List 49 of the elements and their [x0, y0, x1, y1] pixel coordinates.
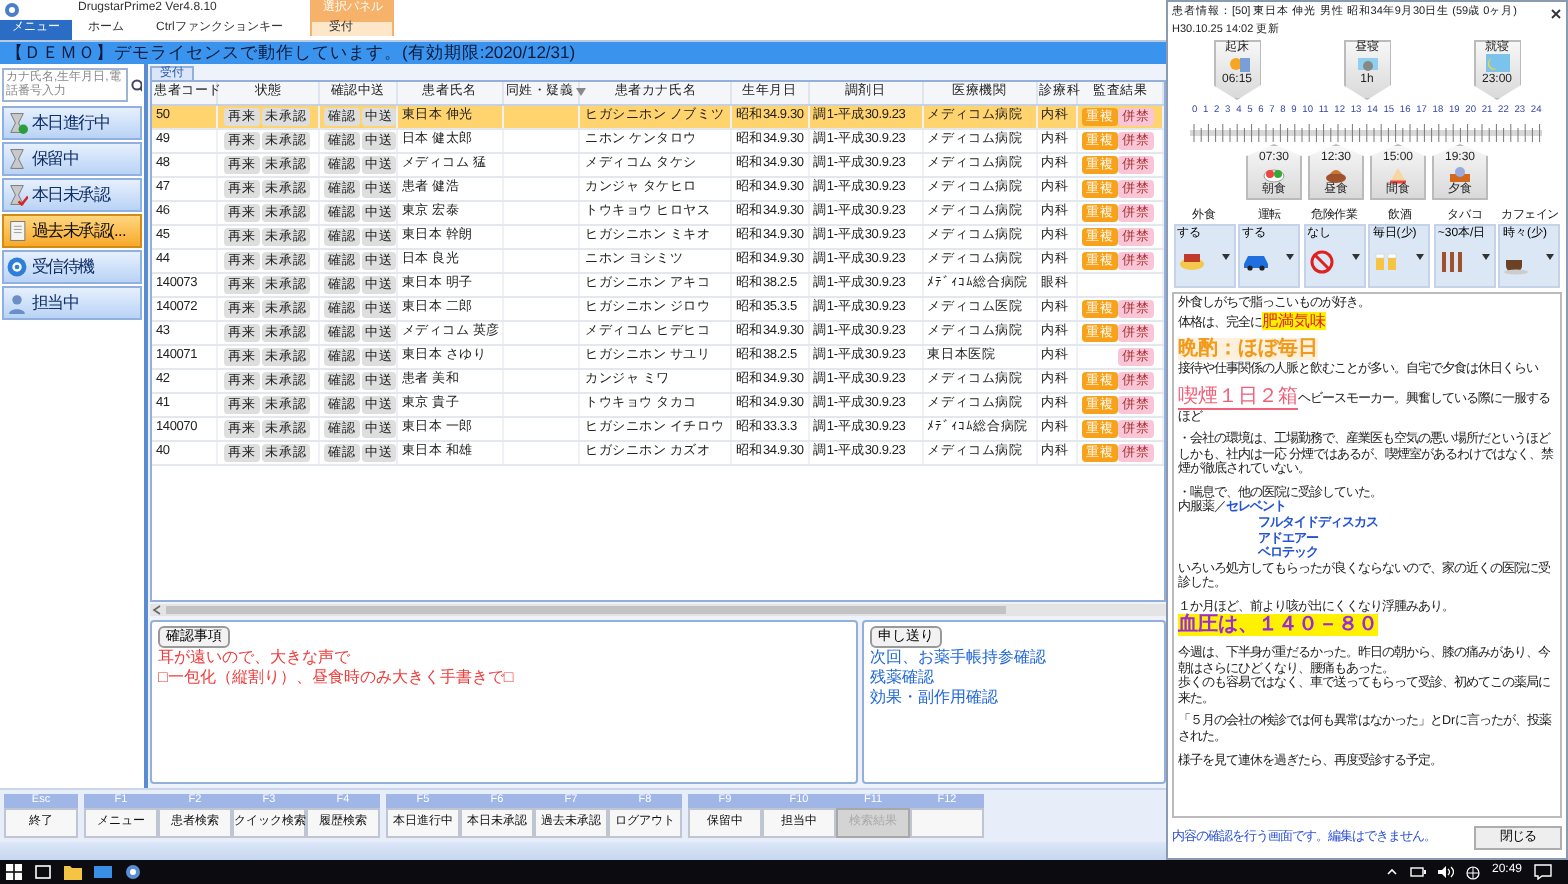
caret-icon: [1286, 254, 1295, 260]
app-icon[interactable]: [124, 864, 142, 880]
note-line: 耳が遠いので、大きな声で: [158, 648, 350, 668]
meal-icon: [1448, 164, 1472, 184]
license-banner: 【ＤＥＭＯ】デモライセンスで動作しています。(有効期限:2020/12/31): [0, 42, 1166, 64]
hourglass-icon: [6, 112, 28, 134]
chevron-up-icon[interactable]: [1385, 866, 1398, 878]
sidebar-item[interactable]: 本日未承認: [2, 178, 142, 212]
caret-icon: [575, 87, 586, 96]
battery-icon[interactable]: [1409, 866, 1426, 878]
meal-icon: [1262, 164, 1286, 184]
globe-icon[interactable]: [1465, 865, 1480, 879]
prohibited-icon: [1307, 248, 1336, 277]
notification-icon[interactable]: [1534, 864, 1552, 880]
speaker-icon[interactable]: [1437, 866, 1454, 878]
window-icon[interactable]: [94, 864, 112, 880]
search-icon: [130, 77, 142, 93]
note-line: 効果・副作用確認: [870, 688, 998, 708]
note-line: 残薬確認: [870, 668, 934, 688]
note-line: 次回、お薬手帳持参確認: [870, 648, 1046, 668]
caret-icon: [1351, 254, 1360, 260]
nap-icon: [1355, 54, 1379, 74]
hourglass-icon: [6, 148, 28, 170]
caret-icon: [1416, 254, 1425, 260]
sidebar-item[interactable]: 担当中: [2, 286, 142, 320]
hourglass-icon: [6, 184, 28, 206]
horizontal-scrollbar[interactable]: [150, 604, 1170, 616]
sidebar-item[interactable]: 本日進行中: [2, 106, 142, 140]
caret-icon: [1546, 254, 1555, 260]
close-icon[interactable]: [1550, 7, 1562, 19]
note-text: 晩酌：ほぼ毎日: [1178, 335, 1320, 361]
meal-icon: [1386, 164, 1410, 184]
sidebar-item[interactable]: 受信待機: [2, 250, 142, 284]
note-line: □一包化（縦割り）、昼食時のみ大きく手書きで□: [158, 668, 514, 688]
sidebar-item[interactable]: 保留中: [2, 142, 142, 176]
sunrise-icon: [1225, 54, 1249, 74]
meal-icon: [1324, 164, 1348, 184]
caret-icon: [1481, 254, 1490, 260]
folder-icon[interactable]: [64, 864, 82, 880]
document-icon: [6, 220, 28, 242]
cigarette-icon: [1437, 248, 1466, 277]
person-icon: [6, 292, 28, 314]
caret-icon: [1221, 254, 1229, 260]
note-text: 血圧は、１４０－８０: [1178, 614, 1380, 639]
target-icon: [6, 256, 28, 278]
windows-icon[interactable]: [6, 864, 22, 880]
task-view-icon[interactable]: [34, 864, 52, 880]
moon-icon: [1485, 54, 1509, 74]
sidebar-item[interactable]: 過去未承認(...: [2, 214, 142, 248]
